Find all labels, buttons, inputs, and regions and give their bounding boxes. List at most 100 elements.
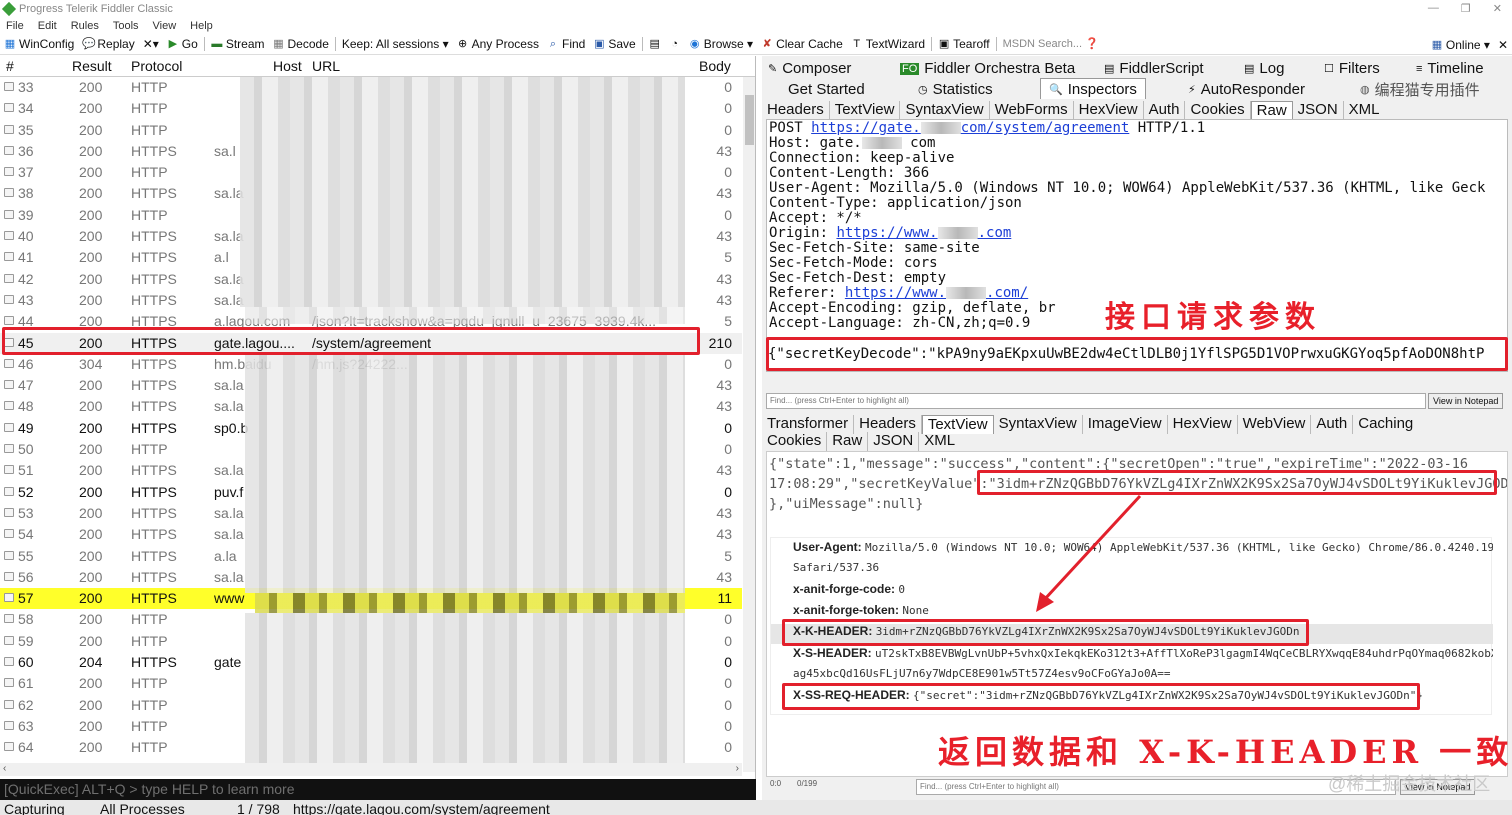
resp-tab-auth[interactable]: Auth [1311, 415, 1354, 434]
sessions-horizontal-scrollbar[interactable]: ‹ › [0, 763, 742, 776]
menu-edit[interactable]: Edit [38, 20, 57, 32]
session-result: 200 [79, 228, 103, 245]
textwizard-button[interactable]: T TextWizard [847, 34, 929, 54]
close-toolbar-button[interactable]: ✕ [1494, 34, 1512, 54]
req-tab-hexview[interactable]: HexView [1074, 101, 1144, 120]
sessions-vertical-scrollbar[interactable] [743, 77, 755, 772]
req-url-link-b[interactable]: com/system/agreement [961, 120, 1130, 136]
menu-tools[interactable]: Tools [113, 20, 139, 32]
header-value: Mozilla/5.0 (Windows NT 10.0; WOW64) App… [865, 541, 1493, 554]
maximize-button[interactable]: ❐ [1461, 2, 1471, 15]
request-find-input[interactable]: Find... (press Ctrl+Enter to highlight a… [766, 393, 1426, 409]
col-protocol[interactable]: Protocol [131, 58, 182, 74]
tab-fiddlerscript[interactable]: ▤ FiddlerScript [1104, 58, 1204, 79]
screenshot-button[interactable]: ▤ [645, 34, 665, 54]
replay-button[interactable]: 💬 Replay [78, 34, 138, 54]
response-find-input[interactable]: Find... (press Ctrl+Enter to highlight a… [916, 779, 1396, 795]
resp-tab-raw[interactable]: Raw [827, 432, 869, 451]
col-result[interactable]: Result [72, 58, 112, 74]
menu-view[interactable]: View [153, 20, 177, 32]
col-number[interactable]: # [6, 58, 14, 74]
req-referer-link-b[interactable]: .com/ [986, 285, 1028, 301]
remove-button[interactable]: ✕▾ [139, 34, 163, 54]
find-button[interactable]: ⌕ Find [543, 34, 589, 54]
req-fetch-mode: Sec-Fetch-Mode: cors [769, 255, 938, 271]
header-value: 0 [898, 583, 905, 596]
tab-plugin[interactable]: ◍ 编程猫专用插件 [1360, 79, 1480, 100]
tab-composer[interactable]: ✎ Composer [768, 58, 851, 79]
close-window-button[interactable]: ✕ [1493, 2, 1502, 15]
tab-get-started[interactable]: Get Started [788, 79, 865, 100]
resp-tab-json[interactable]: JSON [868, 432, 920, 451]
tab-filters[interactable]: ☐ Filters [1324, 58, 1380, 79]
scrollbar-thumb[interactable] [745, 95, 754, 145]
resp-tab-webview[interactable]: WebView [1238, 415, 1312, 434]
col-body[interactable]: Body [699, 58, 731, 74]
session-body: 0 [724, 739, 732, 756]
menu-rules[interactable]: Rules [71, 20, 99, 32]
clear-cache-button[interactable]: ✘ Clear Cache [757, 34, 847, 54]
request-view-in-notepad-button[interactable]: View in Notepad [1428, 393, 1504, 409]
resp-tab-hexview[interactable]: HexView [1168, 415, 1238, 434]
col-url[interactable]: URL [312, 58, 340, 74]
scroll-left-icon[interactable]: ‹ [3, 763, 6, 774]
minimize-button[interactable]: — [1428, 2, 1439, 15]
tab-autoresponder[interactable]: ⚡ AutoResponder [1188, 79, 1305, 100]
req-tab-syntaxview[interactable]: SyntaxView [900, 101, 990, 120]
resp-tab-syntaxview[interactable]: SyntaxView [994, 415, 1083, 434]
go-button[interactable]: ▶ Go [163, 34, 202, 54]
quickexec-input[interactable]: [QuickExec] ALT+Q > type HELP to learn m… [0, 779, 756, 800]
req-url-link-a[interactable]: https://gate. [811, 120, 921, 136]
capturing-indicator[interactable]: Capturing [4, 801, 65, 815]
menu-file[interactable]: File [6, 20, 24, 32]
save-button[interactable]: ▣ Save [589, 34, 639, 54]
resp-tab-caching[interactable]: Caching [1353, 415, 1418, 434]
keep-sessions-dropdown[interactable]: Keep: All sessions ▾ [338, 34, 453, 54]
tab-orchestra[interactable]: FO Fiddler Orchestra Beta [900, 58, 1075, 79]
tab-inspectors[interactable]: 🔍 Inspectors [1040, 78, 1146, 99]
tab-log[interactable]: ▤ Log [1244, 58, 1284, 79]
resp-tab-cookies[interactable]: Cookies [762, 432, 828, 451]
any-process-button[interactable]: ⊕ Any Process [453, 34, 543, 54]
msdn-search-input[interactable]: MSDN Search... ❓ [999, 34, 1101, 54]
process-filter[interactable]: All Processes [100, 801, 185, 815]
stream-button[interactable]: ▬ Stream [207, 34, 269, 54]
tab-statistics[interactable]: ◷ Statistics [918, 79, 993, 100]
req-tab-auth[interactable]: Auth [1144, 101, 1186, 120]
tearoff-button[interactable]: ▣ Tearoff [934, 34, 993, 54]
session-number: 54 [18, 526, 34, 543]
session-protocol: HTTP [131, 632, 168, 649]
timer-button[interactable]: ◔ [665, 34, 685, 54]
stream-icon: ▬ [211, 38, 223, 50]
menu-help[interactable]: Help [190, 20, 213, 32]
session-host: a.l [214, 249, 229, 266]
tab-timeline-label: Timeline [1427, 60, 1484, 77]
req-referer-link-a[interactable]: https://www. [845, 285, 946, 301]
req-tab-textview[interactable]: TextView [830, 101, 901, 120]
tab-timeline[interactable]: ≡ Timeline [1416, 58, 1484, 79]
req-origin-link-b[interactable]: .com [978, 225, 1012, 241]
winconfig-button[interactable]: ▦ WinConfig [0, 34, 78, 54]
col-host[interactable]: Host [273, 58, 302, 74]
session-protocol: HTTPS [131, 590, 177, 607]
req-tab-raw[interactable]: Raw [1250, 101, 1293, 120]
window-controls: — ❐ ✕ [1428, 2, 1502, 15]
browse-button[interactable]: ◉ Browse ▾ [685, 34, 757, 54]
online-button[interactable]: ▦ Online ▾ [1427, 34, 1494, 54]
req-tab-cookies[interactable]: Cookies [1185, 101, 1251, 120]
resp-tab-imageview[interactable]: ImageView [1083, 415, 1168, 434]
req-tab-xml[interactable]: XML [1344, 101, 1385, 120]
req-origin-link-a[interactable]: https://www. [836, 225, 937, 241]
decode-button[interactable]: ▦ Decode [269, 34, 333, 54]
session-count: 1 / 798 [237, 801, 280, 815]
scroll-right-icon[interactable]: › [736, 763, 739, 774]
redacted-region [920, 122, 961, 134]
resp-tab-xml[interactable]: XML [919, 432, 960, 451]
session-number: 48 [18, 398, 34, 415]
req-tab-headers[interactable]: Headers [762, 101, 830, 120]
session-number: 42 [18, 270, 34, 287]
composer-icon: ✎ [768, 63, 778, 75]
req-tab-json[interactable]: JSON [1293, 101, 1344, 120]
session-number: 49 [18, 419, 34, 436]
req-tab-webforms[interactable]: WebForms [990, 101, 1074, 120]
